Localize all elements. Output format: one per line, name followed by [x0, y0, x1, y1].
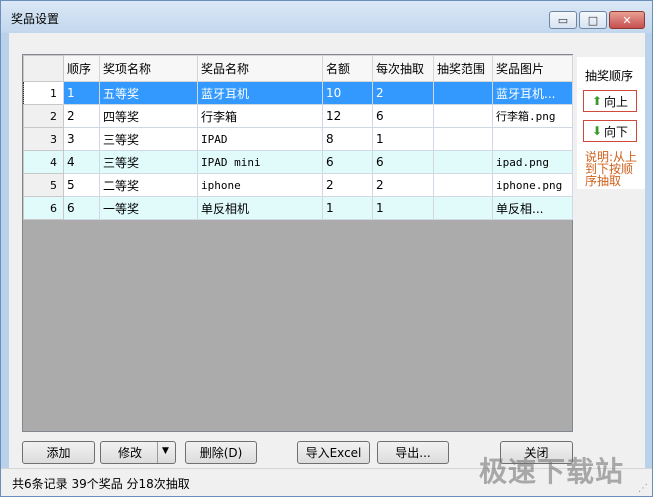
cell-prize-level[interactable]: 一等奖 — [99, 196, 198, 220]
resize-grip-icon[interactable]: ⋰ — [638, 483, 648, 494]
move-down-label: 向下 — [604, 124, 629, 139]
cell-per-draw[interactable]: 6 — [372, 150, 434, 174]
chevron-down-icon[interactable]: ▼ — [162, 446, 169, 456]
header-row: 顺序 奖项名称 奖品名称 名额 每次抽取 抽奖范围 奖品图片 — [23, 55, 573, 82]
cell-order[interactable]: 3 — [63, 127, 100, 151]
grid-background: 顺序 奖项名称 奖品名称 名额 每次抽取 抽奖范围 奖品图片 1 1 五等奖 蓝 — [23, 55, 573, 431]
status-text: 共6条记录 39个奖品 分18次抽取 — [12, 477, 190, 491]
cell-quota[interactable]: 10 — [322, 81, 373, 105]
cell-range[interactable] — [433, 81, 493, 105]
table-row[interactable]: 3 3 三等奖 IPAD 8 1 — [23, 127, 573, 151]
table-row[interactable]: 5 5 二等奖 iphone 2 2 iphone.png — [23, 173, 573, 197]
cell-range[interactable] — [433, 173, 493, 197]
edit-label: 修改 — [118, 446, 143, 460]
cell-order[interactable]: 6 — [63, 196, 100, 220]
cell-per-draw[interactable]: 6 — [372, 104, 434, 128]
cell-prize-name[interactable]: 蓝牙耳机 — [197, 81, 323, 105]
cell-prize-name[interactable]: IPAD — [197, 127, 323, 151]
cell-order[interactable]: 5 — [63, 173, 100, 197]
table-row[interactable]: 1 1 五等奖 蓝牙耳机 10 2 蓝牙耳机... — [23, 81, 573, 105]
cell-prize-name[interactable]: 行李箱 — [197, 104, 323, 128]
minimize-icon: ▭ — [557, 13, 569, 27]
cell-prize-level[interactable]: 二等奖 — [99, 173, 198, 197]
cell-per-draw[interactable]: 2 — [372, 81, 434, 105]
cell-quota[interactable]: 1 — [322, 196, 373, 220]
minimize-button[interactable]: ▭ — [549, 11, 577, 29]
cell-prize-level[interactable]: 三等奖 — [99, 127, 198, 151]
cell-image[interactable] — [492, 127, 573, 151]
column-header[interactable]: 奖品名称 — [197, 55, 323, 82]
cell-image[interactable]: iphone.png — [492, 173, 573, 197]
column-header[interactable]: 抽奖范围 — [433, 55, 493, 82]
cell-range[interactable] — [433, 104, 493, 128]
row-number[interactable]: 6 — [23, 196, 64, 220]
arrow-down-icon: ⬇ — [591, 124, 603, 138]
close-window-button[interactable]: ✕ — [609, 11, 645, 29]
cell-image[interactable]: 单反相... — [492, 196, 573, 220]
cell-quota[interactable]: 2 — [322, 173, 373, 197]
cell-per-draw[interactable]: 1 — [372, 127, 434, 151]
cell-order[interactable]: 1 — [63, 81, 100, 105]
cell-prize-level[interactable]: 三等奖 — [99, 150, 198, 174]
table-row[interactable]: 4 4 三等奖 IPAD mini 6 6 ipad.png — [23, 150, 573, 174]
cell-image[interactable]: 蓝牙耳机... — [492, 81, 573, 105]
move-up-label: 向上 — [604, 94, 629, 109]
move-up-button[interactable]: ⬆ 向上 — [583, 90, 637, 112]
window-title: 奖品设置 — [11, 12, 60, 26]
cell-image[interactable]: 行李箱.png — [492, 104, 573, 128]
table-row[interactable]: 6 6 一等奖 单反相机 1 1 单反相... — [23, 196, 573, 220]
watermark: 极速下载站 — [479, 455, 625, 488]
prize-settings-window: 奖品设置 ▭ □ ✕ 顺序 奖项名称 奖品名称 名额 每次抽取 抽奖范围 奖品图… — [0, 0, 653, 497]
row-number[interactable]: 5 — [23, 173, 64, 197]
prize-grid[interactable]: 顺序 奖项名称 奖品名称 名额 每次抽取 抽奖范围 奖品图片 1 1 五等奖 蓝 — [22, 54, 573, 432]
cell-prize-level[interactable]: 四等奖 — [99, 104, 198, 128]
maximize-icon: □ — [587, 13, 599, 27]
cell-range[interactable] — [433, 127, 493, 151]
prize-table: 顺序 奖项名称 奖品名称 名额 每次抽取 抽奖范围 奖品图片 1 1 五等奖 蓝 — [23, 55, 573, 220]
export-button[interactable]: 导出... — [377, 441, 449, 464]
column-header[interactable]: 奖品图片 — [492, 55, 573, 82]
corner-header[interactable] — [23, 55, 64, 82]
title-bar[interactable]: 奖品设置 ▭ □ ✕ — [1, 1, 652, 33]
cell-prize-name[interactable]: IPAD mini — [197, 150, 323, 174]
cell-quota[interactable]: 12 — [322, 104, 373, 128]
column-header[interactable]: 名额 — [322, 55, 373, 82]
column-header[interactable]: 奖项名称 — [99, 55, 198, 82]
maximize-button[interactable]: □ — [579, 11, 607, 29]
cell-quota[interactable]: 8 — [322, 127, 373, 151]
column-header[interactable]: 每次抽取 — [372, 55, 434, 82]
edit-split-divider — [157, 442, 158, 463]
cell-per-draw[interactable]: 2 — [372, 173, 434, 197]
column-header[interactable]: 顺序 — [63, 55, 100, 82]
row-number[interactable]: 4 — [23, 150, 64, 174]
delete-button[interactable]: 删除(D) — [185, 441, 257, 464]
table-row[interactable]: 2 2 四等奖 行李箱 12 6 行李箱.png — [23, 104, 573, 128]
cell-order[interactable]: 4 — [63, 150, 100, 174]
row-number[interactable]: 1 — [23, 81, 64, 105]
cell-image[interactable]: ipad.png — [492, 150, 573, 174]
cell-range[interactable] — [433, 150, 493, 174]
close-icon: ✕ — [622, 13, 632, 27]
cell-prize-level[interactable]: 五等奖 — [99, 81, 198, 105]
arrow-up-icon: ⬆ — [591, 94, 603, 108]
draw-order-note: 说明:从上到下按顺序抽取 — [585, 150, 638, 188]
draw-order-title: 抽奖顺序 — [585, 69, 634, 83]
move-down-button[interactable]: ⬇ 向下 — [583, 120, 637, 142]
row-number[interactable]: 2 — [23, 104, 64, 128]
cell-prize-name[interactable]: 单反相机 — [197, 196, 323, 220]
cell-per-draw[interactable]: 1 — [372, 196, 434, 220]
cell-order[interactable]: 2 — [63, 104, 100, 128]
import-excel-button[interactable]: 导入Excel — [297, 441, 370, 464]
cell-prize-name[interactable]: iphone — [197, 173, 323, 197]
add-button[interactable]: 添加 — [22, 441, 95, 464]
cell-range[interactable] — [433, 196, 493, 220]
cell-quota[interactable]: 6 — [322, 150, 373, 174]
row-number[interactable]: 3 — [23, 127, 64, 151]
